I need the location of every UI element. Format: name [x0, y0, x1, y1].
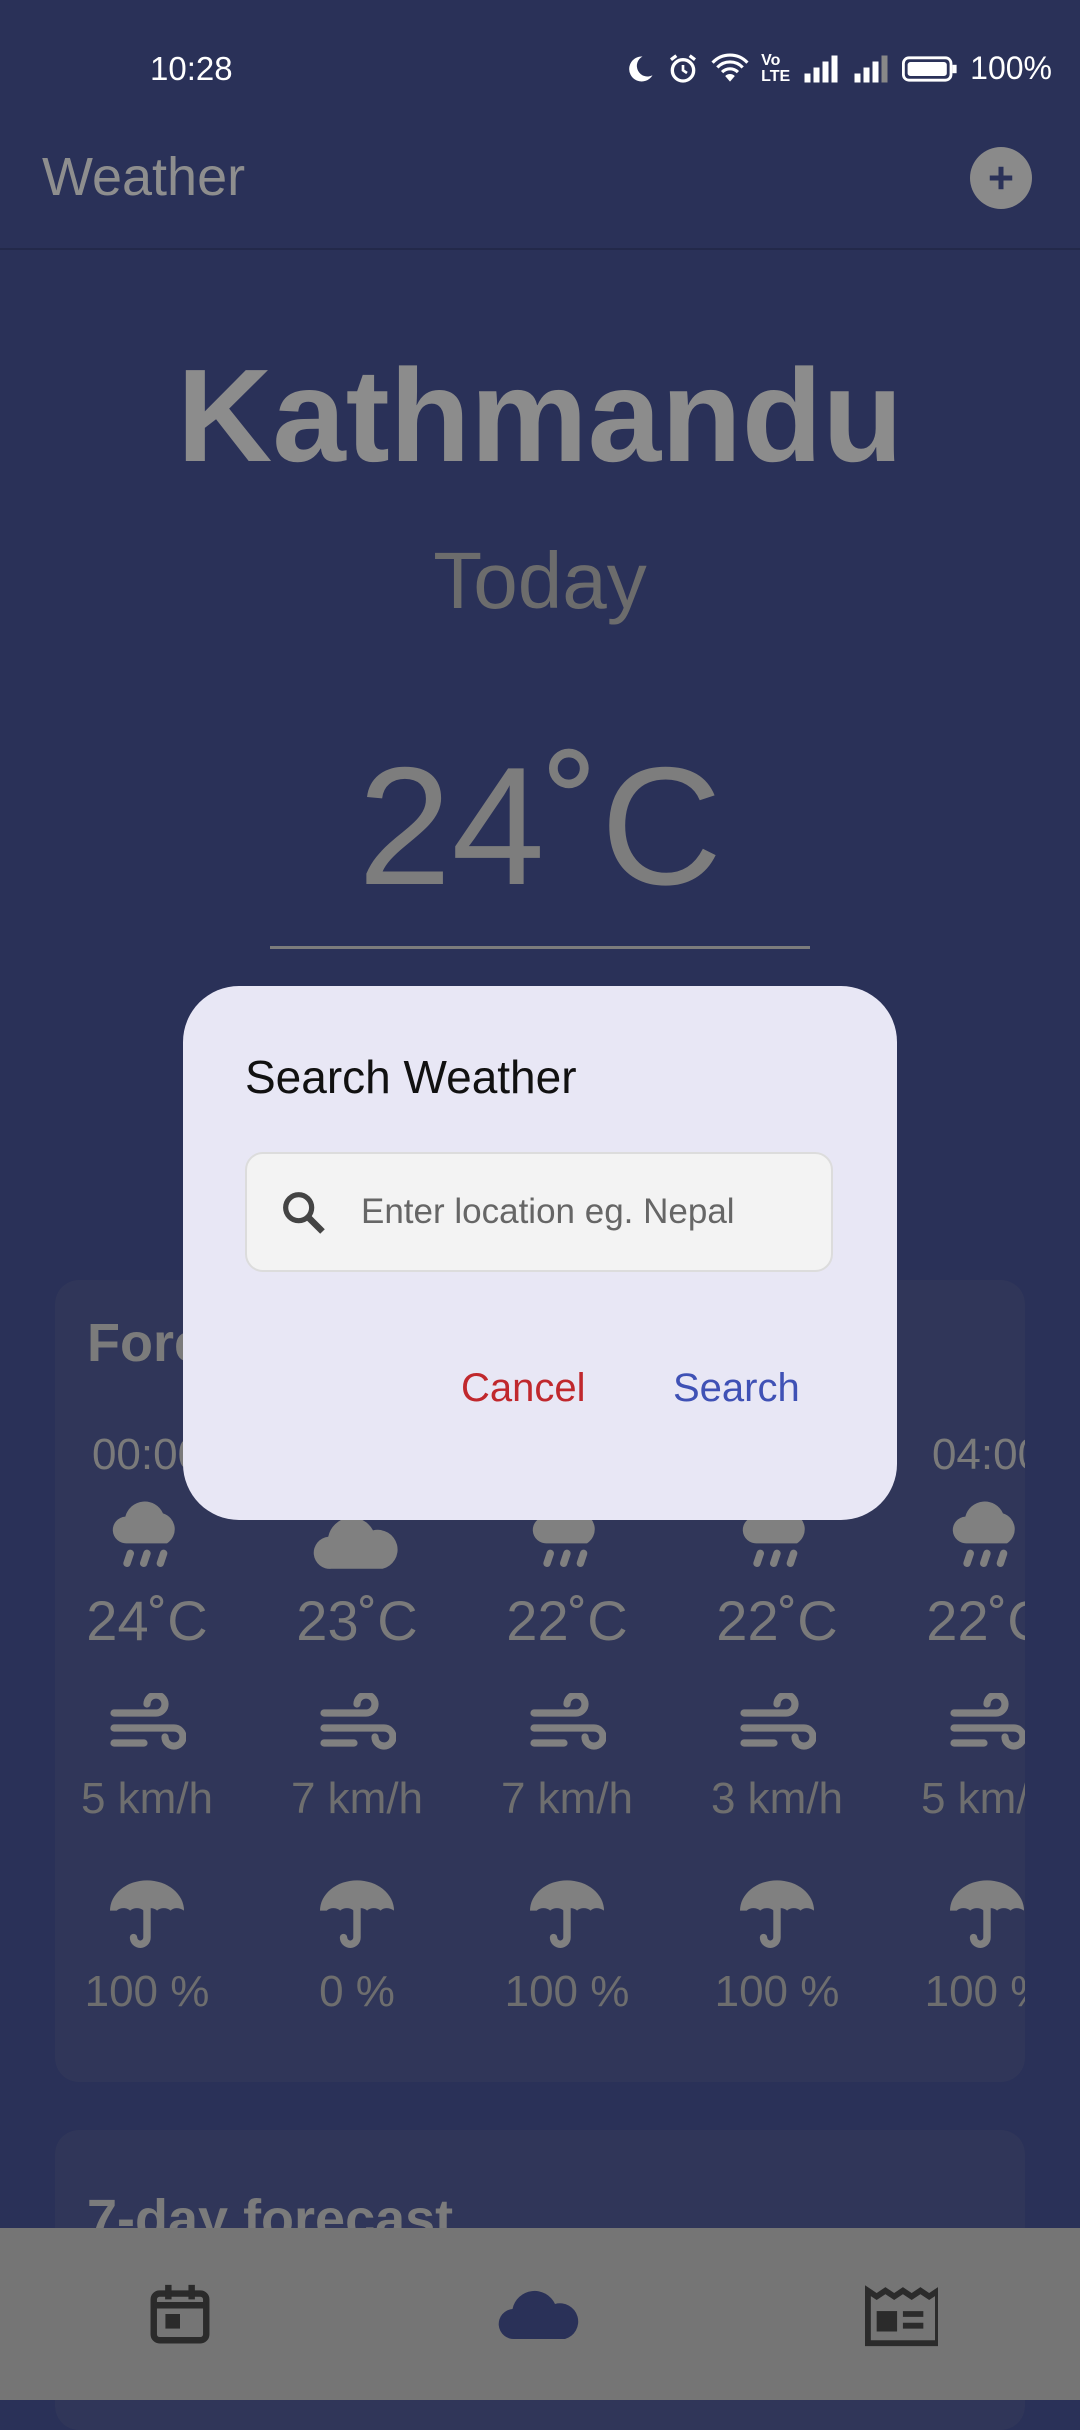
hour-wind-speed: 3 km/h	[710, 1774, 844, 1823]
alarm-icon	[667, 53, 699, 85]
hour-rain-chance: 100 %	[504, 1967, 630, 2016]
search-button[interactable]: Search	[673, 1366, 800, 1411]
hour-temperature: 23˚C	[296, 1589, 418, 1652]
hour-rain-chance: 100 %	[924, 1967, 1025, 2016]
hour-rain-chance: 0 %	[319, 1967, 395, 2016]
signal-2-icon	[852, 54, 890, 84]
app-title: Weather	[42, 147, 246, 207]
hour-temperature: 22˚C	[926, 1589, 1025, 1652]
search-field[interactable]	[245, 1152, 833, 1272]
hour-temperature: 24˚C	[86, 1589, 208, 1652]
umbrella-icon	[467, 1869, 667, 1959]
wifi-icon	[711, 52, 749, 85]
umbrella-icon	[677, 1869, 877, 1959]
nav-weather[interactable]	[440, 2228, 640, 2400]
divider	[270, 946, 810, 949]
calendar-icon	[150, 2284, 210, 2344]
hourly-item: 00:00 24˚C 5 km/h 100 %	[55, 1430, 247, 2017]
nav-calendar[interactable]	[80, 2228, 280, 2400]
hour-wind-speed: 5 km/h	[80, 1774, 214, 1823]
hour-time: 04:00	[931, 1430, 1025, 1479]
battery-icon	[902, 54, 958, 84]
wind-icon	[887, 1680, 1025, 1770]
hour-temperature: 22˚C	[506, 1589, 628, 1652]
dialog-title: Search Weather	[245, 1051, 577, 1103]
hour-wind-speed: 7 km/h	[500, 1774, 634, 1823]
wind-icon	[677, 1680, 877, 1770]
wind-icon	[257, 1680, 457, 1770]
cloud-icon	[498, 2290, 579, 2340]
plus-icon	[989, 166, 1013, 190]
umbrella-icon	[55, 1869, 247, 1959]
wind-icon	[55, 1680, 247, 1770]
search-input[interactable]	[361, 1184, 811, 1240]
signal-icon	[802, 54, 840, 84]
city-name: Kathmandu	[177, 342, 903, 489]
cancel-button[interactable]: Cancel	[461, 1366, 586, 1411]
hour-temperature: 22˚C	[716, 1589, 838, 1652]
umbrella-icon	[257, 1869, 457, 1959]
hour-wind-speed: 7 km/h	[290, 1774, 424, 1823]
hourly-item: 04:00 22˚C 5 km/h 100 %	[887, 1430, 1025, 2017]
moon-icon	[625, 54, 655, 84]
nav-news[interactable]	[800, 2228, 1000, 2400]
volte-icon: Vo LTE	[761, 51, 791, 85]
hour-rain-chance: 100 %	[714, 1967, 840, 2016]
rain-cloud-icon	[887, 1500, 1025, 1580]
add-location-button[interactable]	[970, 147, 1032, 209]
status-icons: Vo LTE 100%	[625, 50, 1052, 87]
news-icon	[865, 2285, 938, 2347]
search-icon	[277, 1186, 329, 1243]
wind-icon	[467, 1680, 667, 1770]
status-time: 10:28	[150, 50, 233, 87]
bottom-nav	[0, 2228, 1080, 2400]
battery-percent: 100%	[970, 50, 1052, 86]
current-temperature: 24˚C	[357, 732, 723, 920]
hour-rain-chance: 100 %	[84, 1967, 210, 2016]
day-label: Today	[433, 536, 647, 625]
search-dialog: Search Weather Cancel Search	[183, 986, 897, 1520]
hour-wind-speed: 5 km/h	[920, 1774, 1025, 1823]
umbrella-icon	[887, 1869, 1025, 1959]
